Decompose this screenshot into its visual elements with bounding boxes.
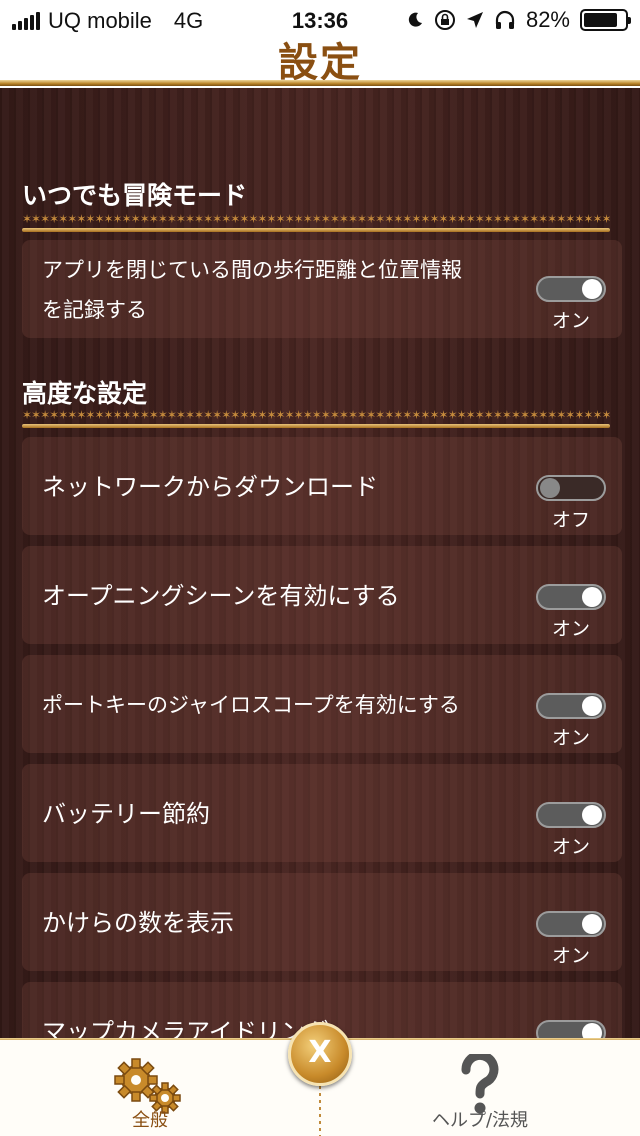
portkey-gyroscope-toggle[interactable]: [536, 693, 606, 719]
close-button[interactable]: X: [288, 1022, 352, 1086]
opening-scene-toggle[interactable]: [536, 584, 606, 610]
show-fragment-count-toggle[interactable]: [536, 911, 606, 937]
toggle-state-label: オフ: [551, 509, 590, 531]
toggle-state-label: オン: [551, 945, 590, 967]
battery-saver-toggle[interactable]: [536, 802, 606, 828]
toggle-state-label: オン: [551, 727, 590, 749]
tab-general[interactable]: 全般: [60, 1046, 240, 1136]
location-icon: [466, 12, 483, 28]
setting-label: ネットワークからダウンロード: [42, 473, 378, 501]
section-divider: ✶✶✶✶✶✶✶✶✶✶✶✶✶✶✶✶✶✶✶✶✶✶✶✶✶✶✶✶✶✶✶✶✶✶✶✶✶✶✶✶…: [22, 408, 610, 432]
network-download-toggle[interactable]: [536, 475, 606, 501]
setting-label: ポートキーのジャイロスコープを有効にする: [42, 693, 460, 717]
orientation-lock-icon: [434, 10, 455, 30]
setting-battery-saver[interactable]: バッテリー節約 オン: [22, 764, 622, 862]
section-divider: ✶✶✶✶✶✶✶✶✶✶✶✶✶✶✶✶✶✶✶✶✶✶✶✶✶✶✶✶✶✶✶✶✶✶✶✶✶✶✶✶…: [22, 212, 610, 236]
setting-label: バッテリー節約: [42, 800, 210, 828]
tab-help-label: ヘルプ/法規: [431, 1110, 529, 1131]
setting-network-download[interactable]: ネットワークからダウンロード オフ: [22, 437, 622, 535]
tab-help[interactable]: ヘルプ/法規: [400, 1046, 560, 1136]
settings-content[interactable]: いつでも冒険モード ✶✶✶✶✶✶✶✶✶✶✶✶✶✶✶✶✶✶✶✶✶✶✶✶✶✶✶✶✶✶…: [0, 88, 640, 1048]
setting-label: オープニングシーンを有効にする: [42, 582, 400, 610]
tab-general-label: 全般: [132, 1110, 168, 1131]
setting-label: アプリを閉じている間の歩行距離と位置情報: [42, 258, 462, 282]
setting-show-fragment-count[interactable]: かけらの数を表示 オン: [22, 873, 622, 971]
setting-portkey-gyroscope[interactable]: ポートキーのジャイロスコープを有効にする オン: [22, 655, 622, 753]
setting-opening-scene[interactable]: オープニングシーンを有効にする オン: [22, 546, 622, 644]
setting-label: を記録する: [42, 298, 147, 322]
section-title-advanced: 高度な設定: [22, 379, 148, 408]
background-tracking-toggle[interactable]: [536, 276, 606, 302]
section-title-adventure-mode: いつでも冒険モード: [22, 181, 248, 210]
header-gold-border: [0, 80, 640, 86]
setting-background-tracking[interactable]: アプリを閉じている間の歩行距離と位置情報 を記録する オン: [22, 240, 622, 338]
tab-divider: [319, 1086, 321, 1136]
moon-icon: [408, 12, 422, 27]
toggle-state-label: オン: [551, 310, 590, 332]
battery-icon: [580, 9, 631, 31]
toggle-state-label: オン: [551, 836, 590, 858]
headphones-icon: [495, 10, 515, 29]
header-bar: UQ mobile 4G 13:36 82% 設定: [0, 0, 640, 88]
setting-label: かけらの数を表示: [42, 909, 234, 937]
toggle-state-label: オン: [551, 618, 590, 640]
